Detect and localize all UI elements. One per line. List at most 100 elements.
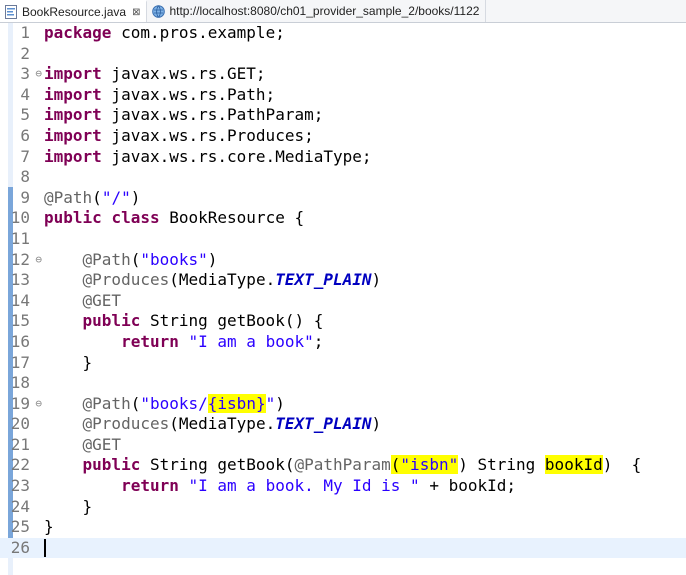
code-line: 15 public String getBook() { (0, 311, 686, 332)
code-text: } (82, 352, 93, 372)
code-line: 8 (0, 167, 686, 188)
keyword: return (121, 476, 179, 496)
line-number: 12 ⊖ (10, 249, 42, 269)
line-number: 9 (20, 187, 30, 207)
string-literal: "I am a book" (188, 331, 314, 351)
code-line: 10 public class BookResource { (0, 208, 686, 229)
code-line: 1 package com.pros.example; (0, 23, 686, 44)
code-text: javax.ws.rs.Path; (101, 84, 276, 104)
line-number: 8 (20, 167, 30, 187)
code-text: javax.ws.rs.core.MediaType; (101, 146, 372, 166)
code-line: 17 } (0, 353, 686, 374)
line-number: 10 (10, 208, 30, 228)
current-line[interactable]: 26 (0, 537, 686, 559)
highlighted-variable: bookId (544, 455, 603, 475)
line-number: 1 (20, 23, 30, 42)
string-literal: "books/ (140, 393, 208, 413)
code-editor[interactable]: 1 package com.pros.example; 2 3 ⊖ import … (0, 23, 686, 575)
java-file-icon (4, 5, 18, 19)
close-icon[interactable]: ⊠ (132, 7, 140, 18)
code-line: 20 @Produces(MediaType.TEXT_PLAIN) (0, 414, 686, 435)
text-cursor (44, 539, 46, 558)
keyword: public (82, 311, 141, 331)
annotation: @Path (82, 249, 131, 269)
line-number: 20 (10, 414, 30, 434)
line-number: 26 (10, 537, 30, 557)
code-line: 14 @GET (0, 291, 686, 312)
keyword: import (44, 125, 102, 145)
code-line: 6 import javax.ws.rs.Produces; (0, 126, 686, 147)
line-number: 22 (10, 455, 30, 475)
keyword: public (82, 455, 141, 475)
code-text: + bookId; (419, 476, 517, 496)
line-number: 19 ⊖ (10, 393, 42, 413)
code-line: 22 public String getBook(@PathParam("isb… (0, 455, 686, 476)
line-number: 16 (10, 331, 30, 351)
line-number: 2 (20, 43, 30, 63)
code-text: String getBook( (140, 455, 295, 475)
line-number: 13 (10, 270, 30, 290)
constant: TEXT_PLAIN (275, 270, 372, 290)
line-number: 14 (10, 290, 30, 310)
line-number: 21 (10, 434, 30, 454)
line-number: 25 (10, 517, 30, 537)
code-text: javax.ws.rs.PathParam; (101, 105, 324, 125)
annotation: @Produces (82, 270, 170, 290)
annotation: @Produces (82, 414, 170, 434)
keyword: import (44, 84, 102, 104)
code-text: BookResource { (159, 208, 305, 228)
fold-toggle-icon[interactable]: ⊖ (35, 394, 42, 415)
code-line: 9 @Path("/") (0, 188, 686, 209)
line-number: 7 (20, 146, 30, 166)
line-number: 18 (10, 373, 30, 393)
keyword: package (44, 23, 112, 42)
code-line: 4 import javax.ws.rs.Path; (0, 85, 686, 106)
line-number: 5 (20, 105, 30, 125)
line-number: 3 ⊖ (20, 64, 42, 84)
code-text: javax.ws.rs.Produces; (101, 125, 314, 145)
line-number: 11 (10, 228, 30, 248)
line-number: 24 (10, 496, 30, 516)
code-line: 19 ⊖ @Path("books/{isbn}") (0, 393, 686, 415)
code-line: 23 return "I am a book. My Id is " + boo… (0, 476, 686, 497)
line-number: 4 (20, 84, 30, 104)
line-number: 6 (20, 125, 30, 145)
code-line: 12 ⊖ @Path("books") (0, 250, 686, 271)
annotation: @Path (44, 187, 93, 207)
code-line: 16 return "I am a book"; (0, 332, 686, 353)
tab-label: http://localhost:8080/ch01_provider_samp… (169, 4, 480, 18)
code-text: com.pros.example; (111, 23, 285, 42)
tab-bookresource-java[interactable]: BookResource.java ⊠ (0, 0, 148, 22)
keyword: return (121, 331, 179, 351)
code-line: 2 (0, 44, 686, 65)
fold-toggle-icon[interactable]: ⊖ (35, 64, 42, 85)
string-literal: "books" (140, 249, 208, 269)
code-line: 21 @GET (0, 435, 686, 456)
constant: TEXT_PLAIN (275, 414, 372, 434)
editor-tab-bar: BookResource.java ⊠ http://localhost:808… (0, 0, 686, 23)
tab-label: BookResource.java (22, 5, 127, 19)
line-number: 23 (10, 476, 30, 496)
code-line: 13 @Produces(MediaType.TEXT_PLAIN) (0, 270, 686, 291)
keyword: import (44, 64, 102, 84)
highlighted-placeholder: {isbn} (207, 393, 266, 413)
tab-browser-url[interactable]: http://localhost:8080/ch01_provider_samp… (147, 0, 487, 22)
fold-toggle-icon[interactable]: ⊖ (35, 250, 42, 271)
string-literal: "I am a book. My Id is " (188, 476, 420, 496)
code-line: 11 (0, 229, 686, 250)
code-text: } (82, 496, 93, 516)
keyword: class (111, 208, 160, 228)
annotation: @GET (82, 434, 122, 454)
annotation: @GET (82, 290, 122, 310)
code-line: 18 (0, 373, 686, 394)
keyword: import (44, 146, 102, 166)
keyword: public (44, 208, 102, 228)
code-line: 24 } (0, 497, 686, 518)
keyword: import (44, 105, 102, 125)
code-text: String getBook() { (140, 311, 324, 331)
annotation: @PathParam (294, 455, 391, 475)
code-text: javax.ws.rs.GET; (101, 64, 266, 84)
code-text: } (44, 517, 54, 537)
string-literal: "/" (101, 187, 131, 207)
highlighted-string: "isbn" (400, 455, 459, 475)
